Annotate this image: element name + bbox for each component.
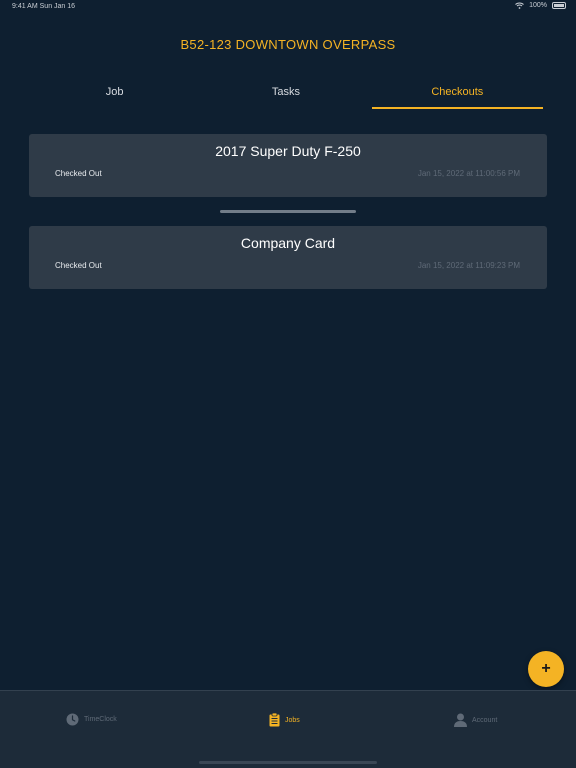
tab-job[interactable]: Job — [29, 82, 200, 110]
status-bar: 9:41 AM Sun Jan 16 100% — [0, 0, 576, 14]
checkout-status: Checked Out — [55, 169, 102, 178]
checkout-status: Checked Out — [55, 261, 102, 270]
checkout-title: Company Card — [240, 235, 336, 251]
tabbar-item-account[interactable]: Account — [454, 713, 497, 727]
tabbar-label: TimeClock — [84, 716, 117, 723]
clock-icon — [66, 713, 79, 726]
drag-handle[interactable] — [220, 210, 356, 213]
plus-icon: + — [541, 660, 551, 677]
status-indicators: 100% — [515, 2, 566, 9]
segment-tabs: Job Tasks Checkouts — [29, 82, 544, 110]
tab-checkouts[interactable]: Checkouts — [371, 82, 544, 110]
status-time-date: 9:41 AM Sun Jan 16 — [12, 3, 75, 10]
checkout-title: 2017 Super Duty F-250 — [215, 143, 361, 159]
home-indicator — [199, 761, 377, 764]
tabbar-label: Jobs — [285, 716, 300, 724]
tabbar-item-timeclock[interactable]: TimeClock — [66, 713, 117, 726]
tabbar-label: Account — [472, 716, 498, 724]
bottom-tab-bar: TimeClock Jobs Account — [0, 690, 576, 768]
page-title: B52-123 DOWNTOWN OVERPASS — [180, 37, 396, 52]
person-icon — [454, 713, 467, 727]
battery-icon — [552, 2, 566, 9]
add-checkout-button[interactable]: + — [528, 651, 564, 687]
checkout-date: Jan 15, 2022 at 11:09:23 PM — [417, 261, 520, 270]
tabbar-item-jobs[interactable]: Jobs — [269, 713, 300, 727]
tab-tasks[interactable]: Tasks — [200, 82, 371, 110]
wifi-icon — [515, 2, 524, 9]
status-time: 9:41 AM — [12, 3, 38, 10]
checkout-card-company-card[interactable]: Company Card Checked Out Jan 15, 2022 at… — [29, 226, 547, 289]
checkout-date: Jan 15, 2022 at 11:00:56 PM — [417, 169, 520, 178]
checkout-card-truck[interactable]: 2017 Super Duty F-250 Checked Out Jan 15… — [29, 134, 547, 197]
clipboard-icon — [269, 713, 280, 727]
status-date: Sun Jan 16 — [39, 3, 76, 10]
battery-percent: 100% — [529, 2, 547, 9]
